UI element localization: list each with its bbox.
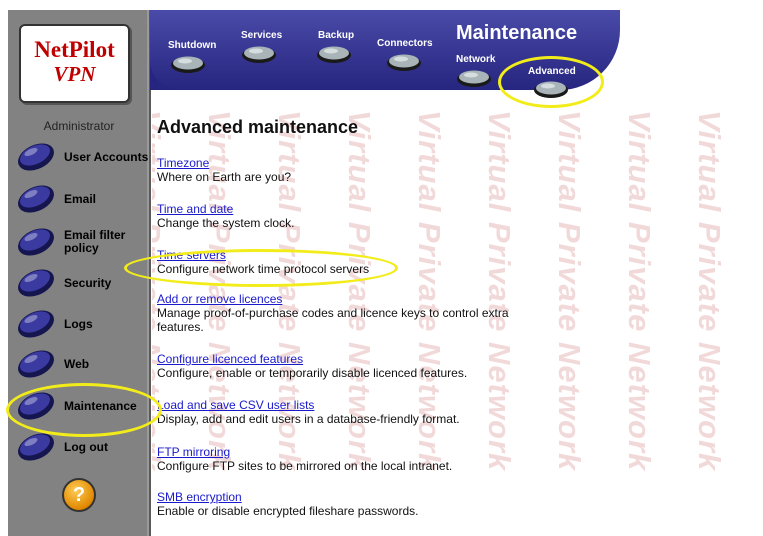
logout-icon <box>14 431 58 461</box>
sidebar-item-maintenance[interactable]: Maintenance <box>14 386 146 426</box>
watermark-text: Virtual Private Network <box>622 110 657 472</box>
entry-link[interactable]: SMB encryption <box>157 490 242 504</box>
tab-button-icon <box>533 79 569 99</box>
maintenance-entry: Add or remove licences Manage proof-of-pu… <box>157 292 527 334</box>
entry-description: Configure, enable or temporarily disable… <box>157 366 468 380</box>
sidebar-item-label: User Accounts <box>64 149 149 164</box>
sidebar-item-label: Log out <box>64 439 108 454</box>
logo-line2: VPN <box>53 62 96 86</box>
tab-button-icon <box>170 54 206 74</box>
maintenance-entry: Time servers Configure network time proto… <box>157 248 527 276</box>
entry-description: Manage proof-of-purchase codes and licen… <box>157 306 509 334</box>
tab-button-icon <box>386 52 422 72</box>
entry-link[interactable]: Configure licenced features <box>157 352 303 366</box>
logo-line1: NetPilot <box>34 37 115 62</box>
watermark-text: Virtual Private Network <box>692 110 727 472</box>
section-heading: Advanced maintenance <box>157 117 359 137</box>
sidebar-item-email[interactable]: Email <box>14 179 146 219</box>
sidebar-item-label: Security <box>64 275 112 290</box>
entry-link[interactable]: FTP mirroring <box>157 445 230 459</box>
sidebar-item-label: Email filter policy <box>64 228 126 255</box>
entry-description: Where on Earth are you? <box>157 170 292 184</box>
entry-link[interactable]: Timezone <box>157 156 209 170</box>
security-icon <box>14 267 58 297</box>
help-button[interactable]: ? <box>62 478 96 512</box>
maintenance-icon <box>14 390 58 420</box>
sidebar-item-web[interactable]: Web <box>14 344 146 384</box>
user-accounts-icon <box>14 141 58 171</box>
sidebar-item-email-filter-policy[interactable]: Email filter policy <box>14 222 146 262</box>
entry-link[interactable]: Time and date <box>157 202 233 216</box>
sidebar-item-logs[interactable]: Logs <box>14 304 146 344</box>
tab-label: Shutdown <box>168 40 217 51</box>
maintenance-entry: FTP mirroring Configure FTP sites to be m… <box>157 445 527 473</box>
role-label: Administrator <box>43 119 115 133</box>
email-icon <box>14 183 58 213</box>
web-icon <box>14 348 58 378</box>
entry-description: Display, add and edit users in a databas… <box>157 412 460 426</box>
entry-link[interactable]: Time servers <box>157 248 226 262</box>
entry-description: Configure FTP sites to be mirrored on th… <box>157 459 453 473</box>
logs-icon <box>14 308 58 338</box>
entry-description: Change the system clock. <box>157 216 295 230</box>
tab-label: Connectors <box>377 38 433 49</box>
tab-label: Advanced <box>528 66 576 77</box>
main-content: Virtual Private Network Virtual Private N… <box>152 100 763 536</box>
page-title: Maintenance <box>456 22 578 44</box>
email-filter-icon <box>14 226 58 256</box>
tab-label: Backup <box>318 30 355 41</box>
sidebar-item-label: Maintenance <box>64 398 137 413</box>
maintenance-entry: Time and date Change the system clock. <box>157 202 527 230</box>
entry-link[interactable]: Add or remove licences <box>157 292 282 306</box>
tab-label: Network <box>456 54 496 65</box>
sidebar-item-security[interactable]: Security <box>14 263 146 303</box>
entry-link[interactable]: Load and save CSV user lists <box>157 398 314 412</box>
tab-button-icon <box>456 68 492 88</box>
sidebar-item-label: Web <box>64 356 90 371</box>
tab-label: Services <box>241 30 283 41</box>
watermark-text: Virtual Private Network <box>552 110 587 472</box>
sidebar-item-label: Logs <box>64 316 93 331</box>
maintenance-entry: Timezone Where on Earth are you? <box>157 156 527 184</box>
maintenance-entry: Load and save CSV user lists Display, add… <box>157 398 527 426</box>
maintenance-entry: Configure licenced features Configure, en… <box>157 352 527 380</box>
sidebar-item-log-out[interactable]: Log out <box>14 427 146 467</box>
entry-description: Configure network time protocol servers <box>157 262 370 276</box>
sidebar-item-label: Email <box>64 191 97 206</box>
entry-description: Enable or disable encrypted fileshare pa… <box>157 504 419 518</box>
sidebar-item-user-accounts[interactable]: User Accounts <box>14 137 149 177</box>
maintenance-entry: SMB encryption Enable or disable encrypte… <box>157 490 527 518</box>
tab-button-icon <box>241 44 277 64</box>
tab-button-icon <box>316 44 352 64</box>
netpilot-logo: NetPilot VPN <box>19 24 130 103</box>
